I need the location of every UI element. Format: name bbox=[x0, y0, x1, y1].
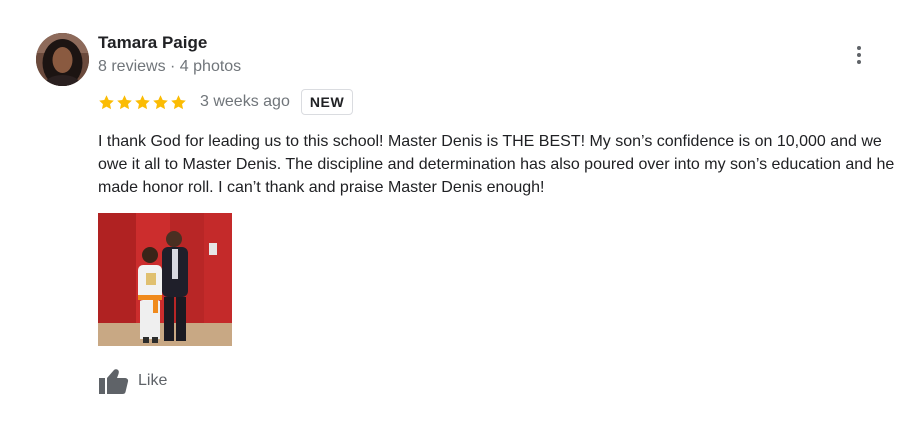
more-options-button[interactable] bbox=[846, 42, 872, 68]
star-icon bbox=[135, 94, 150, 109]
star-icon bbox=[99, 94, 114, 109]
rating-row: 3 weeks ago NEW bbox=[98, 88, 354, 116]
author-name[interactable]: Tamara Paige bbox=[98, 33, 207, 53]
review-text: I thank God for leading us to this schoo… bbox=[98, 133, 895, 196]
review-time: 3 weeks ago bbox=[200, 93, 290, 110]
photo-image bbox=[98, 213, 232, 346]
avatar[interactable] bbox=[36, 33, 89, 86]
star-icon bbox=[117, 94, 132, 109]
thumb-up-icon bbox=[99, 369, 129, 394]
like-label: Like bbox=[138, 372, 168, 389]
review-card: Tamara Paige 8 reviews · 4 photos 3 week… bbox=[0, 0, 916, 434]
star-icon bbox=[171, 94, 186, 109]
more-vert-icon bbox=[857, 46, 861, 50]
star-rating bbox=[98, 94, 187, 111]
new-badge: NEW bbox=[300, 89, 354, 115]
star-icon bbox=[153, 94, 168, 109]
review-photo[interactable] bbox=[98, 213, 232, 346]
like-button[interactable]: Like bbox=[98, 367, 167, 395]
author-meta: 8 reviews · 4 photos bbox=[98, 58, 242, 75]
